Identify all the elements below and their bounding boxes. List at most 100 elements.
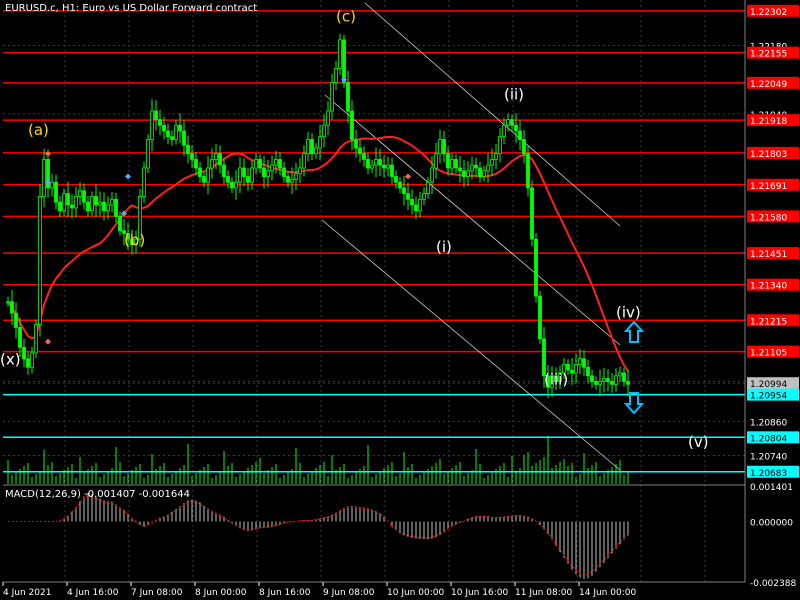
price-axis-label: 1.20740: [750, 453, 787, 463]
candle-body: [374, 159, 378, 166]
price-axis-label: 1.21451: [750, 250, 787, 260]
candle-body: [326, 110, 330, 126]
wave-label: (v): [688, 433, 709, 451]
candle-body: [426, 181, 430, 194]
candle-body: [118, 215, 122, 232]
candle-body: [294, 173, 298, 180]
candle-body: [330, 82, 334, 112]
candle-body: [26, 358, 30, 368]
macd-signal-line: [8, 494, 629, 575]
candle-body: [490, 159, 494, 166]
candle-body: [186, 144, 190, 155]
candle-body: [402, 187, 406, 195]
candle-body: [114, 198, 118, 217]
price-axis-label: 1.20804: [750, 434, 787, 444]
candle-body: [110, 198, 114, 206]
candle-body: [406, 193, 410, 200]
candle-body: [466, 170, 470, 177]
candle-body: [522, 139, 526, 155]
candle-body: [362, 153, 366, 160]
candle-body: [370, 164, 374, 169]
candle-body: [242, 167, 246, 177]
candle-body: [38, 196, 42, 325]
candle-body: [262, 167, 266, 177]
axis-bg: [745, 0, 800, 600]
candle-body: [386, 164, 390, 169]
candle-body: [578, 358, 582, 365]
candle-body: [190, 153, 194, 160]
candle-body: [366, 159, 370, 169]
price-axis-label: 1.20954: [750, 392, 787, 402]
candle-body: [18, 327, 22, 348]
candle-body: [166, 130, 170, 138]
price-axis-label: 1.21580: [750, 213, 787, 223]
candle-body: [182, 130, 186, 146]
price-axis-label: 1.20860: [750, 418, 787, 428]
time-axis-label: 7 Jun 08:00: [131, 588, 183, 598]
candle-body: [394, 176, 398, 183]
candle-body: [410, 198, 414, 206]
horizontal-levels: [3, 10, 745, 473]
candle-body: [98, 201, 102, 206]
candle-body: [378, 159, 382, 166]
candle-body: [74, 196, 78, 209]
candle-body: [622, 372, 626, 382]
candle-body: [6, 301, 10, 304]
candle-body: [438, 139, 442, 155]
candle-body: [234, 181, 238, 189]
time-axis-label: 10 Jun 16:00: [451, 588, 508, 598]
candle-body: [70, 204, 74, 209]
trend-channel: [321, 2, 621, 471]
candle-body: [82, 190, 86, 203]
candle-body: [290, 178, 294, 183]
chart-canvas[interactable]: (a) (b) (c) (i) (ii) (iii) (iv) (v) (x) 1.22302 1…: [0, 0, 800, 600]
macd-axis-label: 0.000000: [750, 518, 793, 528]
candle-body: [34, 324, 38, 354]
candle-body: [270, 164, 274, 172]
candle-body: [482, 170, 486, 177]
candle-body: [478, 167, 482, 177]
candle-body: [314, 147, 318, 155]
price-axis-label: 1.20683: [750, 469, 787, 479]
candle-body: [318, 136, 322, 149]
wave-label: (b): [124, 231, 145, 249]
price-axis-label: 1.21918: [750, 117, 787, 127]
candle-body: [250, 167, 254, 183]
candle-body: [10, 301, 14, 314]
candle-body: [254, 159, 258, 169]
candle-body: [194, 159, 198, 169]
chart-window[interactable]: (a) (b) (c) (i) (ii) (iii) (iv) (v) (x) 1.22302 1…: [0, 0, 800, 600]
candle-body: [454, 159, 458, 169]
candle-body: [42, 159, 46, 197]
candle-body: [458, 167, 462, 172]
price-axis-label: 1.21691: [750, 182, 787, 192]
candle-body: [14, 312, 18, 328]
candle-body: [102, 201, 106, 212]
candle-body: [30, 352, 34, 368]
candle-body: [298, 167, 302, 175]
channel-line-middle: [324, 94, 621, 346]
candle-body: [274, 159, 278, 166]
candle-body: [226, 176, 230, 183]
wave-labels: (a) (b) (c) (i) (ii) (iii) (iv) (v) (x): [0, 7, 709, 451]
price-axis-label: 1.22049: [750, 80, 787, 90]
wave-label: (ii): [504, 86, 524, 104]
candle-body: [94, 196, 98, 206]
candle-body: [586, 366, 590, 377]
price-axis-label: 1.21105: [750, 349, 787, 359]
candle-body: [594, 381, 598, 385]
candle-body: [414, 204, 418, 212]
time-axis: 4 Jun 2021 4 Jun 16:00 7 Jun 08:00 8 Jun 00…: [2, 582, 636, 598]
candle-body: [450, 159, 454, 169]
candle-body: [246, 176, 250, 183]
time-axis-label: 9 Jun 08:00: [323, 588, 375, 598]
candle-body: [518, 130, 522, 140]
volume-bars: [7, 436, 629, 484]
candle-body: [174, 124, 178, 140]
candle-body: [462, 170, 466, 177]
candle-body: [198, 167, 202, 177]
wave-label: (i): [436, 238, 452, 256]
candle-body: [434, 153, 438, 169]
time-axis-label: 14 Jun 00:00: [579, 588, 636, 598]
candle-body: [390, 164, 394, 177]
